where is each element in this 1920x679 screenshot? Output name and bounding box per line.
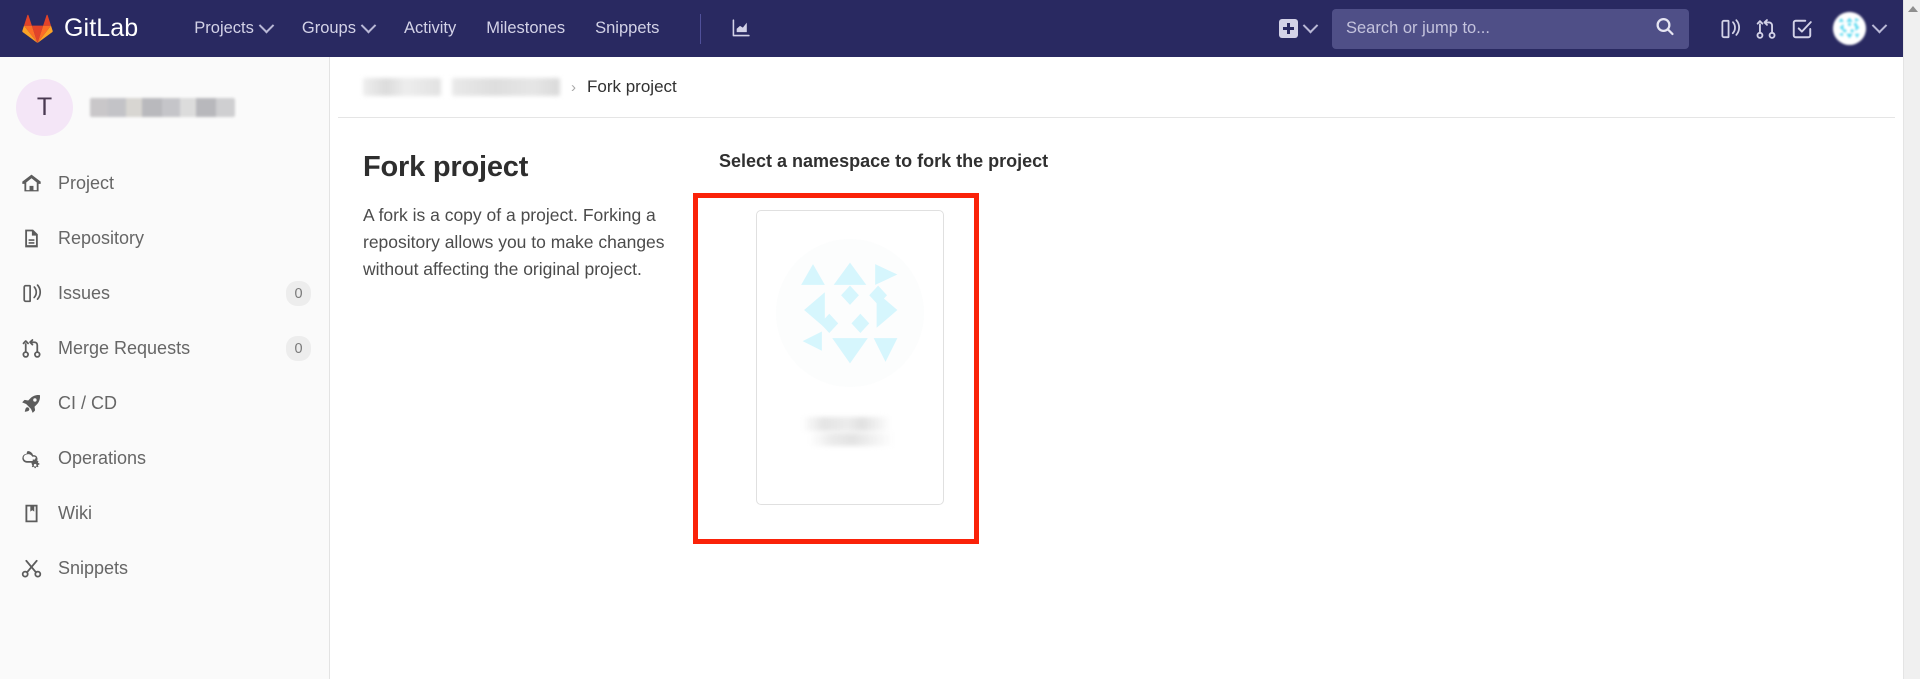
snippet-scissors-icon: [20, 558, 42, 580]
issues-icon: [20, 283, 42, 305]
gitlab-tanuki-logo-icon: [22, 14, 53, 43]
issues-count-badge: 0: [286, 281, 311, 306]
sidebar-item-wiki-label: Wiki: [58, 503, 92, 523]
sidebar-item-snippets-label: Snippets: [58, 558, 129, 578]
primary-nav: Projects Groups Activity Milestones Snip…: [179, 0, 757, 57]
namespace-selection-column: Select a namespace to fork the project: [693, 151, 1870, 544]
user-avatar-identicon: [1833, 12, 1866, 45]
plus-square-icon: [1279, 19, 1298, 38]
nav-link-groups-label: Groups: [301, 19, 356, 37]
project-name-redacted: [90, 98, 235, 117]
sidebar-item-snippets[interactable]: Snippets: [0, 541, 329, 596]
breadcrumb-current[interactable]: Fork project: [587, 77, 677, 97]
nav-link-activity[interactable]: Activity: [389, 0, 471, 57]
merge-requests-icon: [20, 338, 42, 360]
sidebar-item-ci-cd-label: CI / CD: [58, 393, 118, 413]
chevron-down-icon: [360, 17, 377, 34]
rocket-icon: [20, 393, 42, 415]
search-input[interactable]: [1332, 8, 1689, 49]
sidebar-menu: Project Repository Issues 0 Merge Reques…: [0, 154, 329, 596]
sidebar-item-operations[interactable]: Operations: [0, 431, 329, 486]
document-icon: [20, 228, 42, 250]
breadcrumb: › Fork project: [338, 57, 1895, 118]
sidebar-item-ci-cd[interactable]: CI / CD: [0, 376, 329, 431]
navbar-right-group: [1271, 0, 1903, 57]
nav-link-groups[interactable]: Groups: [287, 0, 389, 57]
sidebar-item-repository[interactable]: Repository: [0, 211, 329, 266]
breadcrumb-separator: ›: [571, 78, 576, 96]
navbar-issues-icon[interactable]: [1713, 12, 1747, 46]
user-menu[interactable]: [1833, 12, 1888, 45]
nav-link-milestones[interactable]: Milestones: [471, 0, 580, 57]
namespace-card[interactable]: [756, 210, 944, 505]
nav-link-snippets[interactable]: Snippets: [580, 0, 674, 57]
navbar-merge-requests-icon[interactable]: [1749, 12, 1783, 46]
sidebar-item-merge-requests-label: Merge Requests: [58, 338, 191, 358]
fork-project-body: Fork project A fork is a copy of a proje…: [338, 118, 1895, 544]
fork-info-column: Fork project A fork is a copy of a proje…: [363, 151, 693, 505]
identicon-avatar-icon: [776, 239, 924, 387]
brand-name: GitLab: [64, 14, 139, 42]
top-navbar: GitLab Projects Groups Activity Mileston…: [0, 0, 1903, 57]
operations-gear-icon: [20, 448, 42, 470]
sidebar-item-issues-label: Issues: [58, 283, 111, 303]
sidebar-item-operations-label: Operations: [58, 448, 147, 468]
nav-link-projects[interactable]: Projects: [179, 0, 287, 57]
namespace-name-redacted: [801, 415, 899, 448]
sidebar-item-project-label: Project: [58, 173, 115, 193]
project-avatar: T: [16, 79, 73, 136]
chevron-down-icon: [1302, 17, 1319, 34]
chevron-down-icon: [258, 17, 275, 34]
book-icon: [20, 503, 42, 525]
sidebar-project-header[interactable]: T: [0, 57, 329, 154]
new-item-dropdown[interactable]: [1271, 9, 1324, 49]
project-sidebar: T Project Repository Issues 0 Merge Requ…: [0, 57, 330, 679]
navbar-todos-icon[interactable]: [1785, 12, 1819, 46]
scroll-up-arrow-icon[interactable]: [1904, 0, 1920, 17]
namespace-list: [707, 188, 1870, 505]
fork-description: A fork is a copy of a project. Forking a…: [363, 205, 665, 279]
gitlab-home-link[interactable]: GitLab: [22, 14, 138, 43]
sidebar-item-repository-label: Repository: [58, 228, 145, 248]
search-box[interactable]: [1332, 8, 1689, 49]
chevron-down-icon: [1871, 17, 1888, 34]
page-scrollbar[interactable]: [1903, 0, 1920, 679]
page-title: Fork project: [363, 151, 529, 183]
namespace-section-title: Select a namespace to fork the project: [719, 151, 1049, 171]
sidebar-item-project[interactable]: Project: [0, 156, 329, 211]
home-icon: [20, 173, 42, 195]
merge-requests-count-badge: 0: [286, 336, 311, 361]
main-content: › Fork project Fork project A fork is a …: [330, 57, 1903, 679]
nav-link-projects-label: Projects: [194, 19, 254, 37]
analytics-chart-icon[interactable]: [723, 12, 757, 46]
breadcrumb-item-redacted-2[interactable]: [452, 78, 560, 96]
sidebar-item-wiki[interactable]: Wiki: [0, 486, 329, 541]
breadcrumb-item-redacted-1[interactable]: [363, 78, 441, 96]
navbar-divider: [700, 13, 702, 44]
sidebar-item-issues[interactable]: Issues 0: [0, 266, 329, 321]
sidebar-item-merge-requests[interactable]: Merge Requests 0: [0, 321, 329, 376]
